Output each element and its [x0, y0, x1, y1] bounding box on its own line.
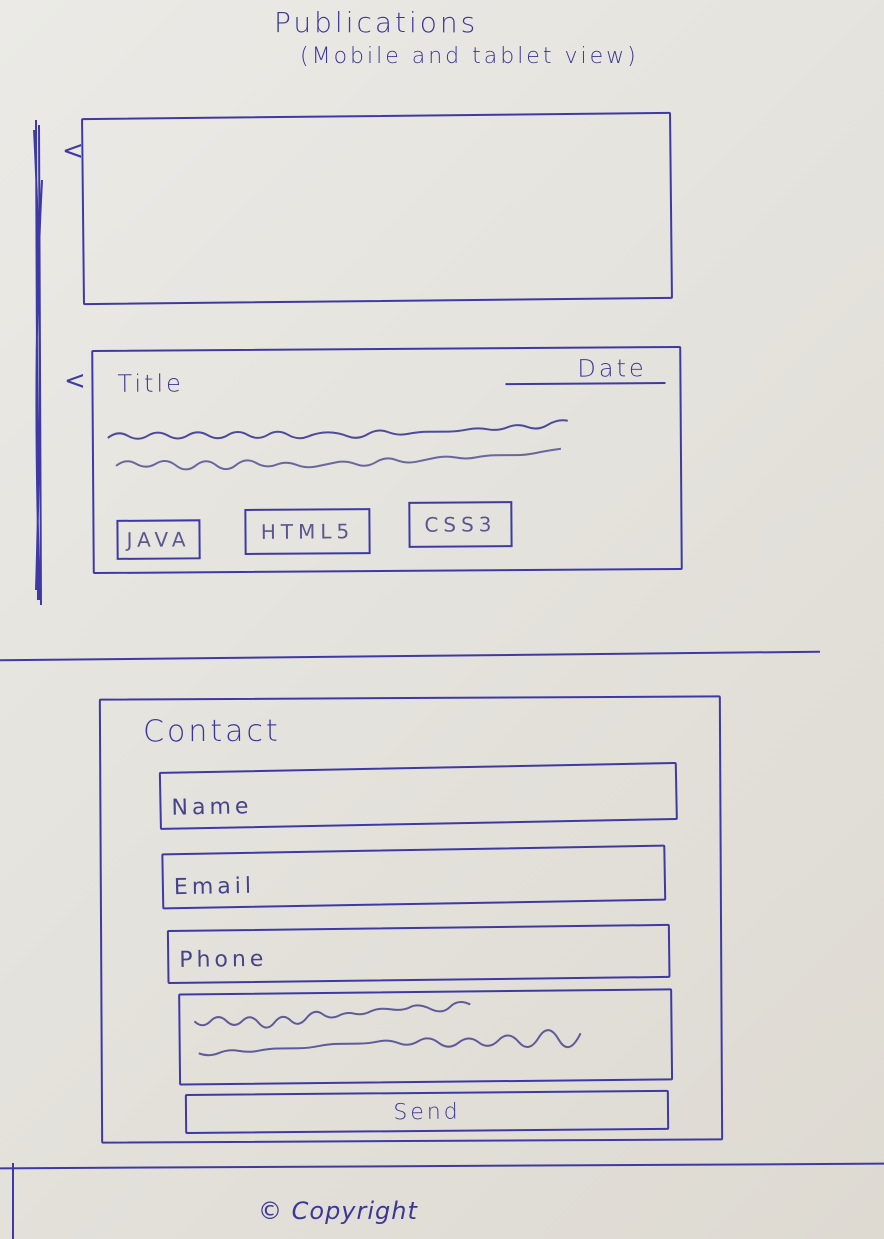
tag-java[interactable]: JAVA	[116, 519, 201, 560]
contact-heading: Contact	[142, 713, 281, 750]
message-placeholder-lines	[193, 1001, 582, 1057]
name-input[interactable]: Name	[158, 761, 678, 830]
footer-left-border	[12, 1163, 14, 1239]
message-textarea[interactable]	[178, 988, 674, 1086]
publication-title: Title	[117, 369, 184, 398]
send-button-label: Send	[393, 1099, 461, 1125]
scrollbar[interactable]	[30, 119, 48, 606]
footer-top-border	[0, 1162, 884, 1170]
phone-placeholder: Phone	[179, 946, 268, 973]
publication-date: Date	[577, 354, 647, 383]
tag-css3[interactable]: CSS3	[408, 501, 513, 548]
contact-section: Contact Name Email Phone Send	[98, 695, 724, 1144]
publication-image-card[interactable]	[81, 111, 673, 306]
footer: © Copyright	[0, 1162, 884, 1239]
copyright-text: © Copyright	[258, 1197, 418, 1225]
page-subtitle: (Mobile and tablet view)	[300, 44, 639, 69]
section-divider	[0, 650, 820, 662]
send-button[interactable]: Send	[184, 1089, 670, 1135]
email-placeholder: Email	[173, 873, 256, 901]
phone-input[interactable]: Phone	[166, 923, 671, 985]
date-underline	[505, 382, 666, 386]
description-placeholder-lines	[107, 419, 568, 471]
tag-html5[interactable]: HTML5	[244, 508, 371, 555]
carousel-prev-arrow-2[interactable]: <	[64, 366, 86, 396]
name-placeholder: Name	[171, 794, 253, 821]
email-input[interactable]: Email	[161, 844, 667, 910]
page-title: Publications	[274, 6, 479, 39]
publication-card[interactable]: Title Date JAVA HTML5 CSS3	[91, 345, 683, 575]
scrollbar-track	[33, 119, 43, 606]
